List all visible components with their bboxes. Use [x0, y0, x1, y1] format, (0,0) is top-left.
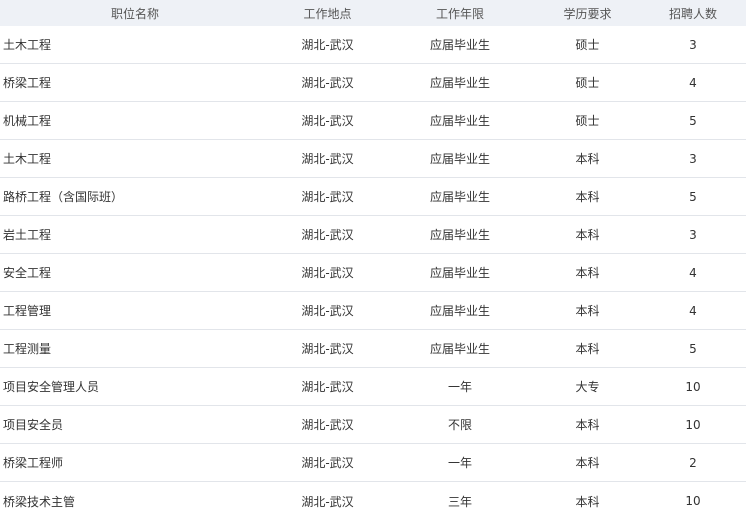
cell-position-name: 路桥工程（含国际班） [3, 190, 124, 204]
table-row: 工程测量 湖北-武汉 应届毕业生 本科 5 [0, 330, 746, 368]
cell-experience: 一年 [447, 380, 472, 394]
cell-position-name: 工程管理 [3, 304, 52, 318]
cell-education: 硕士 [575, 76, 600, 90]
table-row: 路桥工程（含国际班） 湖北-武汉 应届毕业生 本科 5 [0, 178, 746, 216]
cell-headcount: 3 [689, 227, 697, 242]
cell-education: 硕士 [575, 114, 600, 128]
cell-headcount: 5 [689, 113, 697, 128]
cell-position-name: 岩土工程 [3, 228, 52, 242]
cell-headcount: 4 [689, 75, 697, 90]
cell-location: 湖北-武汉 [301, 114, 354, 128]
cell-education: 本科 [575, 304, 600, 318]
job-table: 职位名称 工作地点 工作年限 学历要求 招聘人数 土木工程 湖北-武汉 应届毕业生硕… [0, 0, 746, 530]
table-body: 土木工程 湖北-武汉 应届毕业生 硕士 3 桥梁工程 湖北-武汉 应届毕业生 硕士 4 机械工程 湖北… [0, 26, 746, 520]
cell-location: 湖北-武汉 [301, 266, 354, 280]
cell-location: 湖北-武汉 [301, 342, 354, 356]
cell-education: 本科 [575, 342, 600, 356]
cell-position-name: 桥梁工程师 [3, 456, 64, 470]
table-row: 土木工程 湖北-武汉 应届毕业生 硕士 3 [0, 26, 746, 64]
cell-experience: 应届毕业生 [429, 114, 490, 128]
table-row: 安全工程 湖北-武汉 应届毕业生 本科 4 [0, 254, 746, 292]
cell-location: 湖北-武汉 [301, 228, 354, 242]
cell-position-name: 项目安全管理人员 [3, 380, 100, 394]
cell-location: 湖北-武汉 [301, 418, 354, 432]
cell-experience: 应届毕业生 [429, 38, 490, 52]
table-row: 项目安全管理人员 湖北-武汉 一年 大专 10 [0, 368, 746, 406]
cell-location: 湖北-武汉 [301, 304, 354, 318]
cell-education: 本科 [575, 456, 600, 470]
cell-experience: 应届毕业生 [429, 190, 490, 204]
cell-experience: 三年 [447, 494, 472, 509]
cell-education: 硕士 [575, 38, 600, 52]
cell-location: 湖北-武汉 [301, 76, 354, 90]
table-row: 工程管理 湖北-武汉 应届毕业生 本科 4 [0, 292, 746, 330]
table-row: 岩土工程 湖北-武汉 应届毕业生 本科 3 [0, 216, 746, 254]
table-row: 机械工程 湖北-武汉 应届毕业生 硕士 5 [0, 102, 746, 140]
cell-location: 湖北-武汉 [301, 190, 354, 204]
cell-education: 本科 [575, 190, 600, 204]
table-row: 桥梁工程 湖北-武汉 应届毕业生 硕士 4 [0, 64, 746, 102]
cell-headcount: 3 [689, 37, 697, 52]
cell-position-name: 土木工程 [3, 38, 52, 52]
table-row: 土木工程 湖北-武汉 应届毕业生 本科 3 [0, 140, 746, 178]
cell-position-name: 安全工程 [3, 266, 52, 280]
cell-headcount: 5 [689, 189, 697, 204]
cell-experience: 一年 [447, 456, 472, 470]
cell-headcount: 10 [685, 494, 701, 508]
cell-position-name: 土木工程 [3, 152, 52, 166]
table-row: 项目安全员 湖北-武汉 不限 本科 10 [0, 406, 746, 444]
cell-position-name: 项目安全员 [3, 418, 64, 432]
cell-location: 湖北-武汉 [301, 456, 354, 470]
cell-education: 本科 [575, 266, 600, 280]
header-headcount: 招聘人数 [668, 6, 717, 21]
table-header: 职位名称 工作地点 工作年限 学历要求 招聘人数 [0, 0, 746, 26]
cell-experience: 不限 [447, 418, 472, 432]
cell-headcount: 5 [689, 341, 697, 356]
header-position-name: 职位名称 [110, 6, 159, 21]
cell-experience: 应届毕业生 [429, 228, 490, 242]
cell-education: 本科 [575, 494, 600, 509]
cell-position-name: 工程测量 [3, 342, 52, 356]
cell-education: 大专 [575, 380, 600, 394]
cell-headcount: 4 [689, 303, 697, 318]
cell-headcount: 3 [689, 151, 697, 166]
cell-experience: 应届毕业生 [429, 342, 490, 356]
cell-education: 本科 [575, 152, 600, 166]
cell-experience: 应届毕业生 [429, 152, 490, 166]
cell-position-name: 桥梁技术主管 [3, 494, 76, 509]
table-row: 桥梁工程师 湖北-武汉 一年 本科 2 [0, 444, 746, 482]
cell-location: 湖北-武汉 [301, 152, 354, 166]
cell-headcount: 2 [689, 455, 697, 470]
cell-experience: 应届毕业生 [429, 266, 490, 280]
cell-experience: 应届毕业生 [429, 76, 490, 90]
cell-education: 本科 [575, 228, 600, 242]
header-education: 学历要求 [563, 6, 612, 21]
cell-headcount: 10 [685, 379, 701, 394]
header-experience: 工作年限 [435, 6, 484, 21]
cell-position-name: 桥梁工程 [3, 76, 52, 90]
cell-position-name: 机械工程 [3, 114, 52, 128]
cell-location: 湖北-武汉 [301, 38, 354, 52]
header-location: 工作地点 [303, 6, 352, 21]
table-row: 桥梁技术主管 湖北-武汉 三年 本科 10 [0, 482, 746, 520]
cell-headcount: 10 [685, 417, 701, 432]
cell-location: 湖北-武汉 [301, 494, 354, 509]
cell-experience: 应届毕业生 [429, 304, 490, 318]
cell-location: 湖北-武汉 [301, 380, 354, 394]
cell-education: 本科 [575, 418, 600, 432]
cell-headcount: 4 [689, 265, 697, 280]
